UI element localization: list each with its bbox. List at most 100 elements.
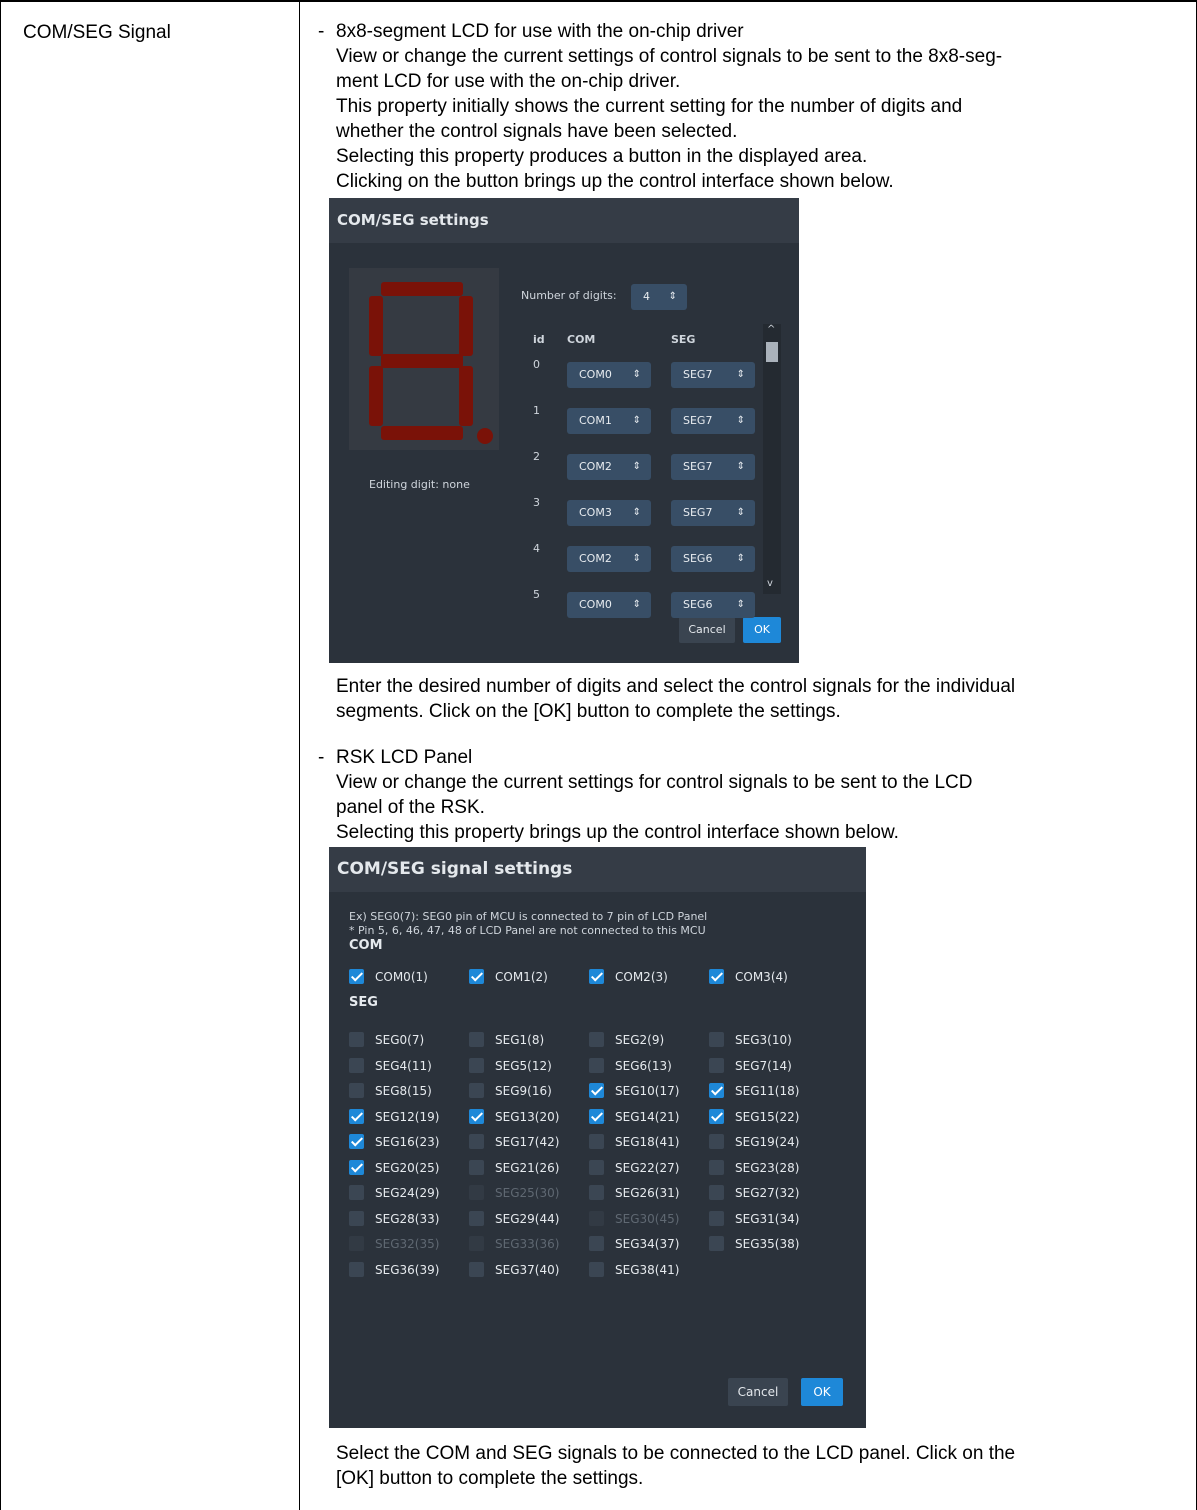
signal-checkbox[interactable]: SEG21(26) <box>469 1158 581 1178</box>
signal-checkbox[interactable]: SEG36(39) <box>349 1260 461 1280</box>
signal-checkbox[interactable]: SEG29(44) <box>469 1209 581 1229</box>
signal-checkbox[interactable]: SEG8(15) <box>349 1081 461 1101</box>
seg-select[interactable]: SEG6 ⇕ <box>671 546 755 572</box>
seg-select[interactable]: SEG7 ⇕ <box>671 500 755 526</box>
checkbox-checked-icon[interactable] <box>349 1159 364 1175</box>
checkbox-unchecked-icon[interactable] <box>589 1185 604 1200</box>
checkbox-checked-icon[interactable] <box>469 1108 484 1124</box>
checkbox-unchecked-icon[interactable] <box>349 1185 364 1200</box>
checkbox-checked-icon[interactable] <box>709 1083 724 1098</box>
signal-checkbox[interactable]: SEG18(41) <box>589 1132 701 1152</box>
seg-select[interactable]: SEG7 ⇕ <box>671 408 755 434</box>
checkbox-unchecked-icon[interactable] <box>349 1057 364 1073</box>
checkbox-unchecked-icon[interactable] <box>469 1261 484 1277</box>
checkbox-unchecked-icon[interactable] <box>349 1083 364 1098</box>
signal-checkbox[interactable]: SEG23(28) <box>709 1158 821 1178</box>
checkbox-unchecked-icon[interactable] <box>709 1159 724 1175</box>
signal-checkbox[interactable]: SEG5(12) <box>469 1056 581 1076</box>
seg-select[interactable]: SEG7 ⇕ <box>671 454 755 480</box>
checkbox-unchecked-icon[interactable] <box>469 1159 484 1175</box>
checkbox-checked-icon[interactable] <box>589 1108 604 1124</box>
signal-checkbox[interactable]: SEG7(14) <box>709 1056 821 1076</box>
checkbox-unchecked-icon[interactable] <box>709 1032 724 1047</box>
scroll-thumb[interactable] <box>766 342 778 362</box>
checkbox-unchecked-icon[interactable] <box>589 1032 604 1047</box>
signal-checkbox[interactable]: SEG19(24) <box>709 1132 821 1152</box>
signal-checkbox[interactable]: COM1(2) <box>469 967 581 987</box>
signal-checkbox[interactable]: SEG12(19) <box>349 1107 461 1127</box>
cancel-button[interactable]: Cancel <box>679 617 735 643</box>
com-select[interactable]: COM1 ⇕ <box>567 408 651 434</box>
checkbox-unchecked-icon[interactable] <box>709 1236 724 1251</box>
signal-checkbox[interactable]: SEG35(38) <box>709 1234 821 1254</box>
checkbox-checked-icon[interactable] <box>709 969 724 984</box>
checkbox-unchecked-icon[interactable] <box>469 1057 484 1073</box>
signal-checkbox[interactable]: SEG9(16) <box>469 1081 581 1101</box>
checkbox-unchecked-icon[interactable] <box>709 1134 724 1149</box>
signal-checkbox[interactable]: SEG4(11) <box>349 1056 461 1076</box>
digits-spinner[interactable]: 4 ⇕ <box>631 284 687 310</box>
checkbox-checked-icon[interactable] <box>349 969 364 984</box>
checkbox-unchecked-icon[interactable] <box>469 1134 484 1149</box>
checkbox-unchecked-icon[interactable] <box>589 1134 604 1149</box>
checkbox-unchecked-icon[interactable] <box>709 1185 724 1200</box>
com-select[interactable]: COM0 ⇕ <box>567 592 651 618</box>
checkbox-checked-icon[interactable] <box>589 1083 604 1098</box>
signal-checkbox[interactable]: SEG14(21) <box>589 1107 701 1127</box>
checkbox-unchecked-icon[interactable] <box>589 1261 604 1277</box>
ok-button[interactable]: OK <box>801 1378 843 1406</box>
signal-checkbox[interactable]: SEG24(29) <box>349 1183 461 1203</box>
scroll-down-icon[interactable]: v <box>767 578 773 589</box>
signal-checkbox[interactable]: COM3(4) <box>709 967 821 987</box>
table-scrollbar[interactable]: ^ v <box>763 324 781 594</box>
signal-checkbox[interactable]: SEG0(7) <box>349 1030 461 1050</box>
com-select[interactable]: COM2 ⇕ <box>567 454 651 480</box>
checkbox-checked-icon[interactable] <box>349 1108 364 1124</box>
signal-checkbox[interactable]: SEG26(31) <box>589 1183 701 1203</box>
signal-checkbox[interactable]: SEG13(20) <box>469 1107 581 1127</box>
checkbox-checked-icon[interactable] <box>589 969 604 984</box>
checkbox-unchecked-icon[interactable] <box>469 1083 484 1098</box>
checkbox-unchecked-icon[interactable] <box>349 1261 364 1277</box>
checkbox-unchecked-icon[interactable] <box>469 1032 484 1047</box>
checkbox-unchecked-icon[interactable] <box>349 1210 364 1226</box>
checkbox-unchecked-icon[interactable] <box>709 1210 724 1226</box>
checkbox-unchecked-icon[interactable] <box>589 1236 604 1251</box>
signal-checkbox[interactable]: SEG22(27) <box>589 1158 701 1178</box>
signal-checkbox[interactable]: SEG34(37) <box>589 1234 701 1254</box>
checkbox-unchecked-icon[interactable] <box>469 1210 484 1226</box>
signal-checkbox[interactable]: SEG28(33) <box>349 1209 461 1229</box>
checkbox-checked-icon[interactable] <box>349 1134 364 1149</box>
signal-checkbox[interactable]: SEG10(17) <box>589 1081 701 1101</box>
com-select[interactable]: COM0 ⇕ <box>567 362 651 388</box>
com-select[interactable]: COM2 ⇕ <box>567 546 651 572</box>
checkbox-checked-icon[interactable] <box>469 969 484 984</box>
signal-checkbox[interactable]: SEG31(34) <box>709 1209 821 1229</box>
signal-checkbox[interactable]: SEG2(9) <box>589 1030 701 1050</box>
checkbox-checked-icon[interactable] <box>709 1108 724 1124</box>
checkbox-unchecked-icon[interactable] <box>589 1057 604 1073</box>
ok-button[interactable]: OK <box>743 617 781 643</box>
checkbox-unchecked-icon[interactable] <box>589 1159 604 1175</box>
signal-checkbox[interactable]: SEG37(40) <box>469 1260 581 1280</box>
signal-checkbox[interactable]: SEG17(42) <box>469 1132 581 1152</box>
checkbox-unchecked-icon[interactable] <box>709 1057 724 1073</box>
signal-checkbox[interactable]: SEG38(41) <box>589 1260 701 1280</box>
seg-select[interactable]: SEG6 ⇕ <box>671 592 755 618</box>
signal-checkbox[interactable]: SEG16(23) <box>349 1132 461 1152</box>
signal-checkbox[interactable]: COM2(3) <box>589 967 701 987</box>
com-select[interactable]: COM3 ⇕ <box>567 500 651 526</box>
signal-checkbox[interactable]: SEG20(25) <box>349 1158 461 1178</box>
cancel-button[interactable]: Cancel <box>728 1378 788 1406</box>
checkbox-unchecked-icon[interactable] <box>349 1032 364 1047</box>
signal-checkbox[interactable]: SEG27(32) <box>709 1183 821 1203</box>
signal-checkbox[interactable]: SEG15(22) <box>709 1107 821 1127</box>
signal-checkbox[interactable]: SEG11(18) <box>709 1081 821 1101</box>
seven-segment-preview <box>349 268 499 450</box>
scroll-up-icon[interactable]: ^ <box>767 324 775 335</box>
signal-checkbox[interactable]: SEG1(8) <box>469 1030 581 1050</box>
signal-checkbox[interactable]: SEG6(13) <box>589 1056 701 1076</box>
signal-checkbox[interactable]: SEG3(10) <box>709 1030 821 1050</box>
seg-select[interactable]: SEG7 ⇕ <box>671 362 755 388</box>
signal-checkbox[interactable]: COM0(1) <box>349 967 461 987</box>
